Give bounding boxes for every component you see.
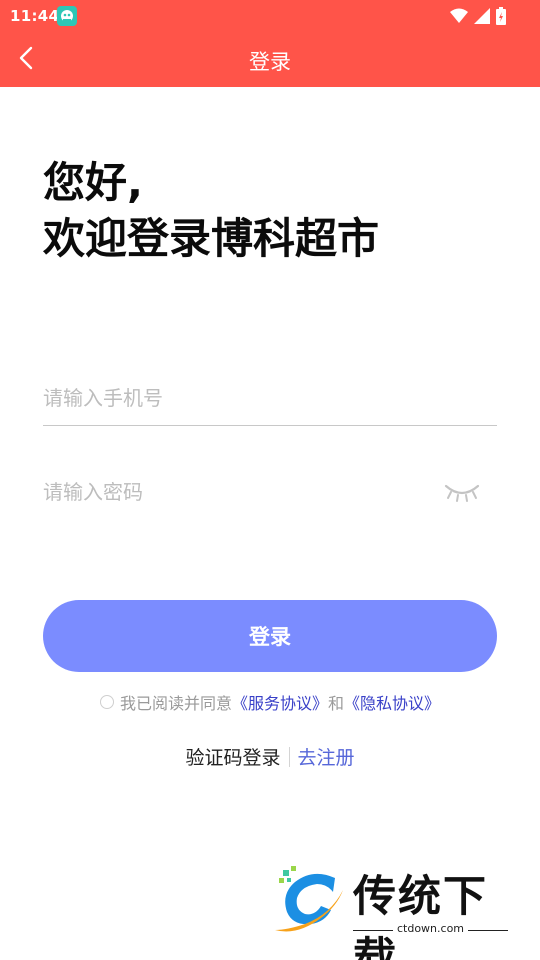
signal-icon [474, 8, 490, 28]
agree-checkbox[interactable] [99, 695, 114, 709]
greeting-line-2: 欢迎登录博科超市 [43, 214, 380, 263]
phone-input[interactable] [43, 370, 497, 425]
watermark-brand: 传统下载 [353, 872, 488, 960]
watermark-domain-wrap: ctdown.com [353, 922, 508, 935]
watermark-domain: ctdown.com [392, 922, 469, 935]
page-title: 登录 [249, 50, 291, 74]
watermark-logo-icon [269, 864, 347, 938]
wifi-icon [450, 8, 468, 28]
battery-charging-icon [496, 7, 506, 29]
status-icons [450, 7, 506, 29]
password-input[interactable] [43, 464, 497, 520]
welcome-heading: 您好, 欢迎登录博科超市 [43, 155, 379, 267]
alternate-actions: 验证码登录 去注册 [0, 743, 540, 770]
agreement-row: 我已阅读并同意 《服务协议》 和 《隐私协议》 [0, 690, 540, 714]
agreement-joiner: 和 [328, 694, 345, 713]
app-notification-icon [57, 6, 77, 26]
phone-field [43, 370, 497, 426]
service-agreement-link[interactable]: 《服务协议》 [232, 690, 328, 714]
watermark: 传统下载 ctdown.com [265, 862, 515, 960]
app-header: 登录 [0, 32, 540, 87]
sms-login-link[interactable]: 验证码登录 [185, 743, 280, 770]
privacy-agreement-link[interactable]: 《隐私协议》 [344, 690, 440, 714]
greeting-line-1: 您好, [43, 158, 143, 207]
status-time: 11:44 [10, 7, 60, 25]
eye-closed-icon[interactable] [443, 482, 481, 504]
status-bar: 11:44 [0, 0, 540, 32]
top-bar: 11:44 登录 [0, 0, 540, 87]
agreement-prefix: 我已阅读并同意 [119, 694, 232, 713]
divider [288, 746, 290, 767]
register-link[interactable]: 去注册 [298, 743, 355, 770]
password-field [43, 464, 497, 520]
login-button[interactable]: 登录 [43, 600, 497, 672]
